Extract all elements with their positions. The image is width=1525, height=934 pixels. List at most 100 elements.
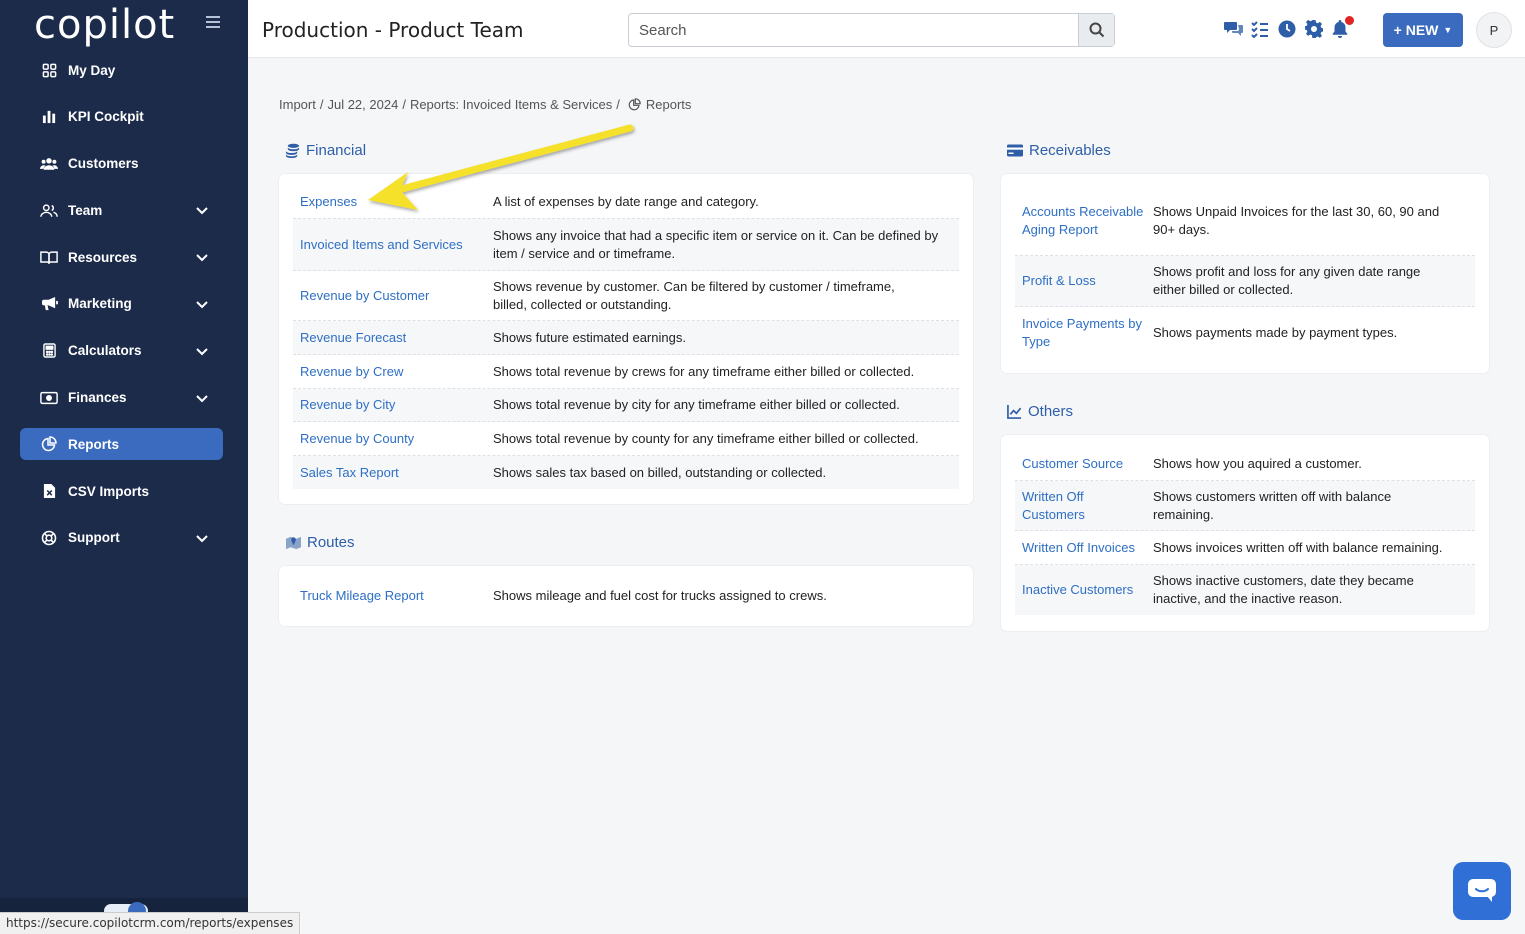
report-row: Revenue Forecast Shows future estimated …	[293, 321, 959, 355]
receivables-reports-card: Accounts Receivable Aging Report Shows U…	[1001, 174, 1489, 373]
section-title-receivables: Receivables	[1007, 142, 1111, 159]
report-description: Shows invoices written off with balance …	[1153, 539, 1443, 555]
report-row: Customer Source Shows how you aquired a …	[1015, 447, 1475, 481]
breadcrumb-link[interactable]: Reports: Invoiced Items & Services	[410, 97, 612, 112]
report-row: Invoiced Items and Services Shows any in…	[293, 219, 959, 271]
sidebar-item-support[interactable]: Support	[20, 522, 223, 554]
book-icon	[40, 248, 58, 266]
sidebar-item-kpi-cockpit[interactable]: KPI Cockpit	[20, 101, 223, 133]
section-title-label: Receivables	[1029, 142, 1111, 159]
report-description: Shows customers written off with balance…	[1153, 488, 1392, 522]
hamburger-menu-icon[interactable]	[206, 16, 220, 28]
clock-icon[interactable]	[1278, 20, 1296, 38]
report-description: Shows sales tax based on billed, outstan…	[493, 464, 827, 480]
breadcrumb-separator: /	[319, 97, 324, 112]
sidebar-item-csv-imports[interactable]: CSV Imports	[20, 475, 223, 507]
megaphone-icon	[40, 295, 58, 313]
report-link-revenue-by-county[interactable]: Revenue by County	[293, 430, 493, 448]
report-link-revenue-by-crew[interactable]: Revenue by Crew	[293, 363, 493, 381]
sidebar-item-calculators[interactable]: Calculators	[20, 335, 223, 367]
sidebar-item-customers[interactable]: Customers	[20, 148, 223, 180]
report-description: Shows mileage and fuel cost for trucks a…	[493, 588, 827, 603]
sidebar-item-resources[interactable]: Resources	[20, 241, 223, 273]
breadcrumb-link[interactable]: Import	[279, 97, 316, 112]
new-button-label: + NEW	[1393, 22, 1439, 38]
lifebuoy-icon	[40, 529, 58, 547]
users-icon	[40, 155, 58, 173]
chat-launcher-button[interactable]	[1453, 862, 1511, 920]
avatar[interactable]: P	[1476, 12, 1512, 48]
report-link-truck-mileage[interactable]: Truck Mileage Report	[293, 587, 493, 605]
status-bar-url: https://secure.copilotcrm.com/reports/ex…	[0, 912, 301, 934]
chevron-down-icon	[196, 207, 208, 215]
pie-chart-icon	[628, 98, 641, 111]
report-row: Revenue by City Shows total revenue by c…	[293, 389, 959, 422]
sidebar-item-label: Team	[68, 202, 103, 218]
report-link-inactive-customers[interactable]: Inactive Customers	[1015, 581, 1153, 599]
report-link-written-off-invoices[interactable]: Written Off Invoices	[1015, 539, 1153, 557]
report-link-ar-aging[interactable]: Accounts Receivable Aging Report	[1015, 203, 1153, 239]
report-description: Shows payments made by payment types.	[1153, 324, 1398, 340]
csv-file-icon	[40, 482, 58, 500]
report-link-customer-source[interactable]: Customer Source	[1015, 455, 1153, 473]
map-icon	[286, 536, 301, 550]
breadcrumb-current-label: Reports	[645, 97, 692, 112]
report-row: Accounts Receivable Aging Report Shows U…	[1015, 186, 1475, 256]
report-description: Shows total revenue by city for any time…	[493, 397, 900, 412]
chevron-down-icon	[196, 254, 208, 262]
sidebar-item-label: Customers	[68, 156, 139, 172]
breadcrumb-link[interactable]: Jul 22, 2024	[327, 97, 398, 112]
sidebar: copilot My Day KPI Cockpit Customers Tea…	[0, 0, 248, 934]
page-title: Production - Product Team	[262, 18, 524, 42]
report-link-invoiced-items[interactable]: Invoiced Items and Services	[293, 236, 493, 254]
chevron-down-icon	[196, 394, 208, 402]
sidebar-item-finances[interactable]: Finances	[20, 382, 223, 414]
team-icon	[40, 201, 58, 219]
sidebar-item-label: Finances	[68, 390, 127, 406]
sidebar-item-reports[interactable]: Reports	[20, 428, 223, 461]
notification-dot	[1345, 16, 1354, 25]
bell-icon[interactable]	[1332, 16, 1354, 38]
report-description: Shows profit and loss for any given date…	[1153, 264, 1421, 297]
report-row: Inactive Customers Shows inactive custom…	[1015, 565, 1475, 615]
line-chart-icon	[1007, 404, 1022, 419]
sidebar-item-label: Support	[68, 530, 120, 546]
report-link-revenue-forecast[interactable]: Revenue Forecast	[293, 329, 493, 347]
report-link-sales-tax[interactable]: Sales Tax Report	[293, 464, 493, 482]
gear-icon[interactable]	[1304, 19, 1324, 40]
report-row: Written Off Customers Shows customers wr…	[1015, 481, 1475, 531]
sidebar-nav: My Day KPI Cockpit Customers Team Resour…	[20, 54, 223, 569]
report-link-revenue-by-customer[interactable]: Revenue by Customer	[293, 287, 493, 305]
report-row: Sales Tax Report Shows sales tax based o…	[293, 456, 959, 489]
report-description: Shows how you aquired a customer.	[1153, 455, 1362, 471]
report-description: Shows total revenue by crews for any tim…	[493, 363, 915, 379]
copilot-logo[interactable]: copilot	[34, 2, 175, 48]
search-button[interactable]	[1078, 14, 1114, 46]
sidebar-item-my-day[interactable]: My Day	[20, 54, 223, 86]
section-title-financial: Financial	[285, 142, 366, 159]
report-link-written-off-customers[interactable]: Written Off Customers	[1015, 488, 1153, 524]
chat-icon[interactable]	[1224, 20, 1243, 38]
caret-down-icon: ▼	[1443, 25, 1453, 35]
report-description: A list of expenses by date range and cat…	[493, 194, 759, 209]
report-link-invoice-payments[interactable]: Invoice Payments by Type	[1015, 315, 1153, 351]
report-description: Shows future estimated earnings.	[493, 329, 686, 345]
report-row: Revenue by County Shows total revenue by…	[293, 422, 959, 456]
report-link-expenses[interactable]: Expenses	[293, 193, 493, 211]
financial-reports-card: Expenses A list of expenses by date rang…	[279, 174, 973, 504]
report-link-revenue-by-city[interactable]: Revenue by City	[293, 396, 493, 414]
report-description: Shows any invoice that had a specific it…	[493, 227, 939, 261]
sidebar-item-marketing[interactable]: Marketing	[20, 288, 223, 320]
report-link-profit-loss[interactable]: Profit & Loss	[1015, 272, 1153, 290]
section-title-others: Others	[1007, 403, 1073, 420]
chat-bubble-icon	[1468, 879, 1496, 902]
sidebar-item-team[interactable]: Team	[20, 194, 223, 226]
routes-reports-card: Truck Mileage Report Shows mileage and f…	[279, 566, 973, 626]
task-list-icon[interactable]	[1251, 20, 1269, 39]
breadcrumb-separator: /	[402, 97, 406, 112]
sidebar-item-label: KPI Cockpit	[68, 109, 144, 125]
breadcrumb-separator: /	[616, 97, 620, 112]
new-button[interactable]: + NEW ▼	[1383, 13, 1463, 47]
search-input[interactable]	[629, 14, 1077, 46]
sidebar-item-label: Calculators	[68, 343, 142, 359]
